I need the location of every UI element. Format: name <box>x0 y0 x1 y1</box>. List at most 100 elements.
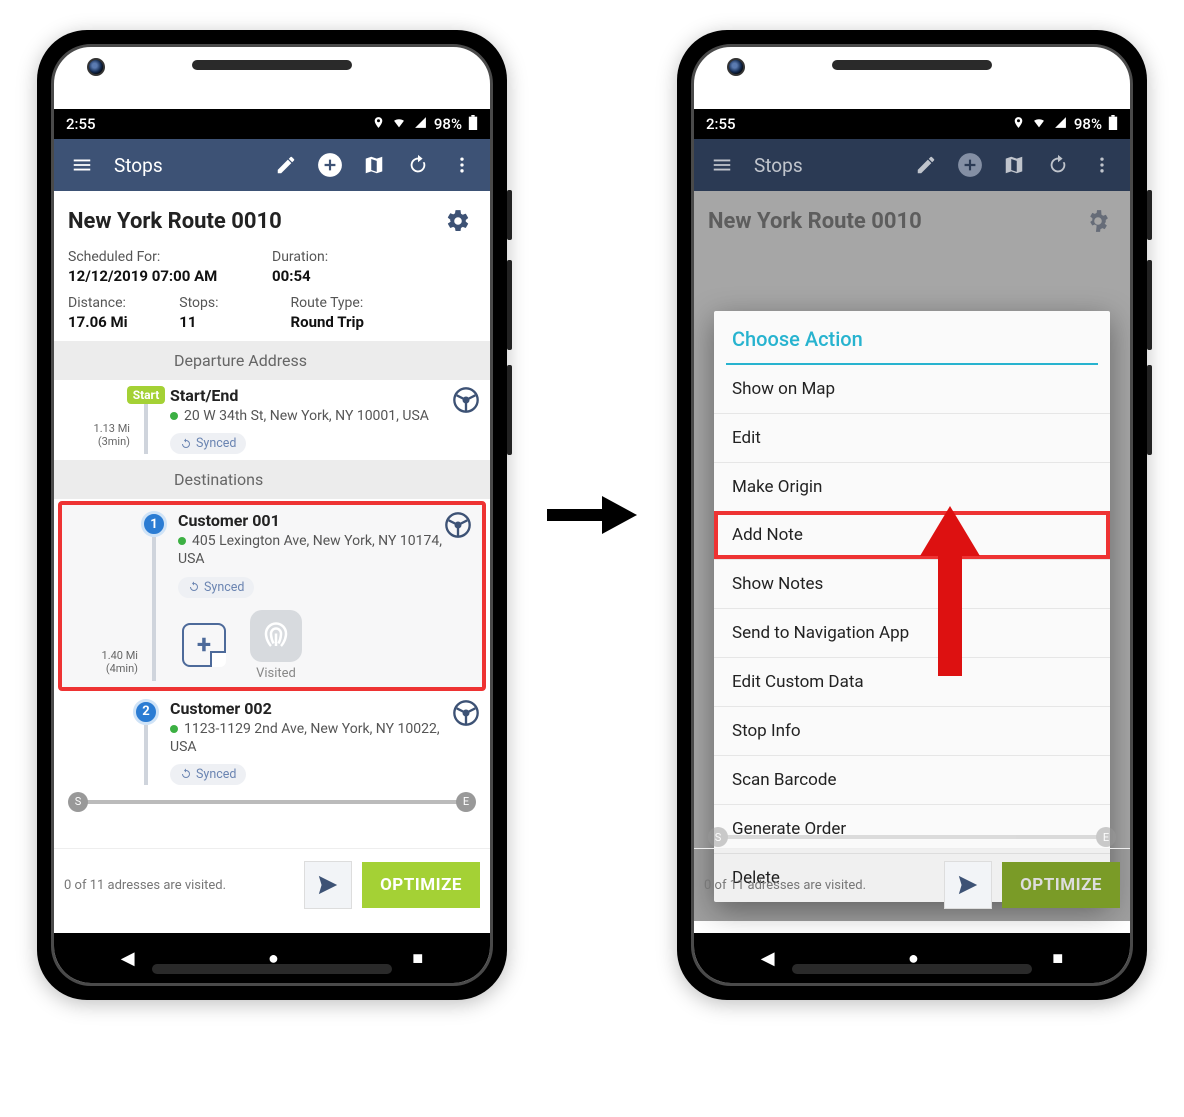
dialog-title: Choose Action <box>714 311 1110 363</box>
appbar-title: Stops <box>754 154 900 177</box>
route-type-label: Route Type: <box>291 295 476 311</box>
optimize-button: OPTIMIZE <box>1002 862 1120 908</box>
nav-recents-icon[interactable]: ■ <box>1052 948 1063 969</box>
speaker-top <box>832 60 992 70</box>
route-type-value: Round Trip <box>291 313 476 331</box>
map-icon <box>996 147 1032 183</box>
refresh-icon[interactable] <box>400 147 436 183</box>
speaker-top <box>192 60 352 70</box>
navigate-icon[interactable] <box>304 861 352 909</box>
edit-icon <box>908 147 944 183</box>
action-make-origin[interactable]: Make Origin <box>714 462 1110 511</box>
footer-bar: 0 of 11 adresses are visited. OPTIMIZE <box>54 848 490 921</box>
route-header: New York Route 0010 Scheduled For: 12/12… <box>54 191 490 341</box>
vol-down-button <box>507 365 512 455</box>
visited-label: Visited <box>250 666 302 681</box>
start-stop-row[interactable]: 1.13 Mi (3min) Start Start/End 20 W 34th… <box>54 380 490 460</box>
camera-dot <box>87 58 105 76</box>
status-icons: 98% <box>1012 115 1118 134</box>
appbar-title: Stops <box>114 154 260 177</box>
stop-row-2[interactable]: 2 Customer 002 1123-1129 2nd Ave, New Yo… <box>54 693 490 791</box>
speaker-bottom <box>792 964 1032 974</box>
stop-title-1: Customer 001 <box>178 511 444 530</box>
scheduled-value: 12/12/2019 07:00 AM <box>68 267 272 285</box>
power-button <box>507 190 512 240</box>
clock: 2:55 <box>706 115 736 133</box>
battery-text: 98% <box>1074 115 1102 133</box>
wifi-icon <box>391 115 407 133</box>
vol-up-button <box>507 260 512 350</box>
location-icon <box>372 115 385 133</box>
distance-label: Distance: <box>68 295 179 311</box>
status-icons: 98% <box>372 115 478 134</box>
distance-value: 17.06 Mi <box>68 313 179 331</box>
add-icon <box>952 147 988 183</box>
more-icon[interactable] <box>444 147 480 183</box>
stops-list[interactable]: Departure Address 1.13 Mi (3min) Start S… <box>54 341 490 848</box>
highlighted-stop: 1.40 Mi (4min) 1 Customer 001 405 Lexing… <box>58 501 486 690</box>
sync-chip: Synced <box>170 764 246 785</box>
choose-action-dialog: Choose Action Show on Map Edit Make Orig… <box>714 311 1110 902</box>
progress-slider: S E <box>704 826 1120 848</box>
footer-bar: 0 of 11 adresses are visited. OPTIMIZE <box>694 848 1130 921</box>
slider-start[interactable]: S <box>68 792 88 812</box>
vol-up-button <box>1147 260 1152 350</box>
map-icon[interactable] <box>356 147 392 183</box>
visited-status: 0 of 11 adresses are visited. <box>704 878 934 893</box>
add-icon[interactable] <box>312 147 348 183</box>
clock: 2:55 <box>66 115 96 133</box>
progress-slider[interactable]: S E <box>64 791 480 813</box>
steering-wheel-icon[interactable] <box>452 386 480 414</box>
visited-fingerprint-icon[interactable] <box>250 610 302 662</box>
nav-back-icon[interactable]: ◀ <box>761 948 775 969</box>
stop-address-1: 405 Lexington Ave, New York, NY 10174, U… <box>178 532 444 568</box>
scheduled-label: Scheduled For: <box>68 249 272 265</box>
action-show-on-map[interactable]: Show on Map <box>714 365 1110 413</box>
edit-icon[interactable] <box>268 147 304 183</box>
wifi-icon <box>1031 115 1047 133</box>
signal-icon <box>1053 115 1068 133</box>
status-bar: 2:55 98% <box>694 109 1130 139</box>
slider-end[interactable]: E <box>456 792 476 812</box>
action-edit[interactable]: Edit <box>714 413 1110 462</box>
action-stop-info[interactable]: Stop Info <box>714 706 1110 755</box>
power-button <box>1147 190 1152 240</box>
action-add-note[interactable]: Add Note <box>714 511 1110 559</box>
battery-text: 98% <box>434 115 462 133</box>
action-scan-barcode[interactable]: Scan Barcode <box>714 755 1110 804</box>
start-address: 20 W 34th St, New York, NY 10001, USA <box>170 407 452 425</box>
stop-row-1[interactable]: 1.40 Mi (4min) 1 Customer 001 405 Lexing… <box>62 505 482 686</box>
vol-down-button <box>1147 365 1152 455</box>
action-send-to-navigation[interactable]: Send to Navigation App <box>714 608 1110 657</box>
steering-wheel-icon[interactable] <box>452 699 480 727</box>
stop-number-2: 2 <box>133 699 159 725</box>
sync-chip: Synced <box>170 433 246 454</box>
optimize-button[interactable]: OPTIMIZE <box>362 862 480 908</box>
nav-back-icon[interactable]: ◀ <box>121 948 135 969</box>
stops-value: 11 <box>179 313 290 331</box>
stop-number-1: 1 <box>141 511 167 537</box>
camera-dot <box>727 58 745 76</box>
more-icon <box>1084 147 1120 183</box>
speaker-bottom <box>152 964 392 974</box>
leg-time-1: (4min) <box>106 662 138 675</box>
stop-title-2: Customer 002 <box>170 699 452 718</box>
settings-gear-icon[interactable] <box>440 203 476 239</box>
menu-icon[interactable] <box>64 147 100 183</box>
sync-chip: Synced <box>178 577 254 598</box>
app-bar: Stops <box>54 139 490 191</box>
signal-icon <box>413 115 428 133</box>
stops-label: Stops: <box>179 295 290 311</box>
menu-icon <box>704 147 740 183</box>
nav-recents-icon[interactable]: ■ <box>412 948 423 969</box>
steering-wheel-icon[interactable] <box>444 511 472 539</box>
battery-icon <box>468 115 478 134</box>
status-bar: 2:55 98% <box>54 109 490 139</box>
action-edit-custom-data[interactable]: Edit Custom Data <box>714 657 1110 706</box>
action-show-notes[interactable]: Show Notes <box>714 559 1110 608</box>
navigate-icon <box>944 861 992 909</box>
add-note-button[interactable]: + <box>182 623 226 667</box>
refresh-icon <box>1040 147 1076 183</box>
app-bar: Stops <box>694 139 1130 191</box>
visited-status: 0 of 11 adresses are visited. <box>64 878 294 893</box>
